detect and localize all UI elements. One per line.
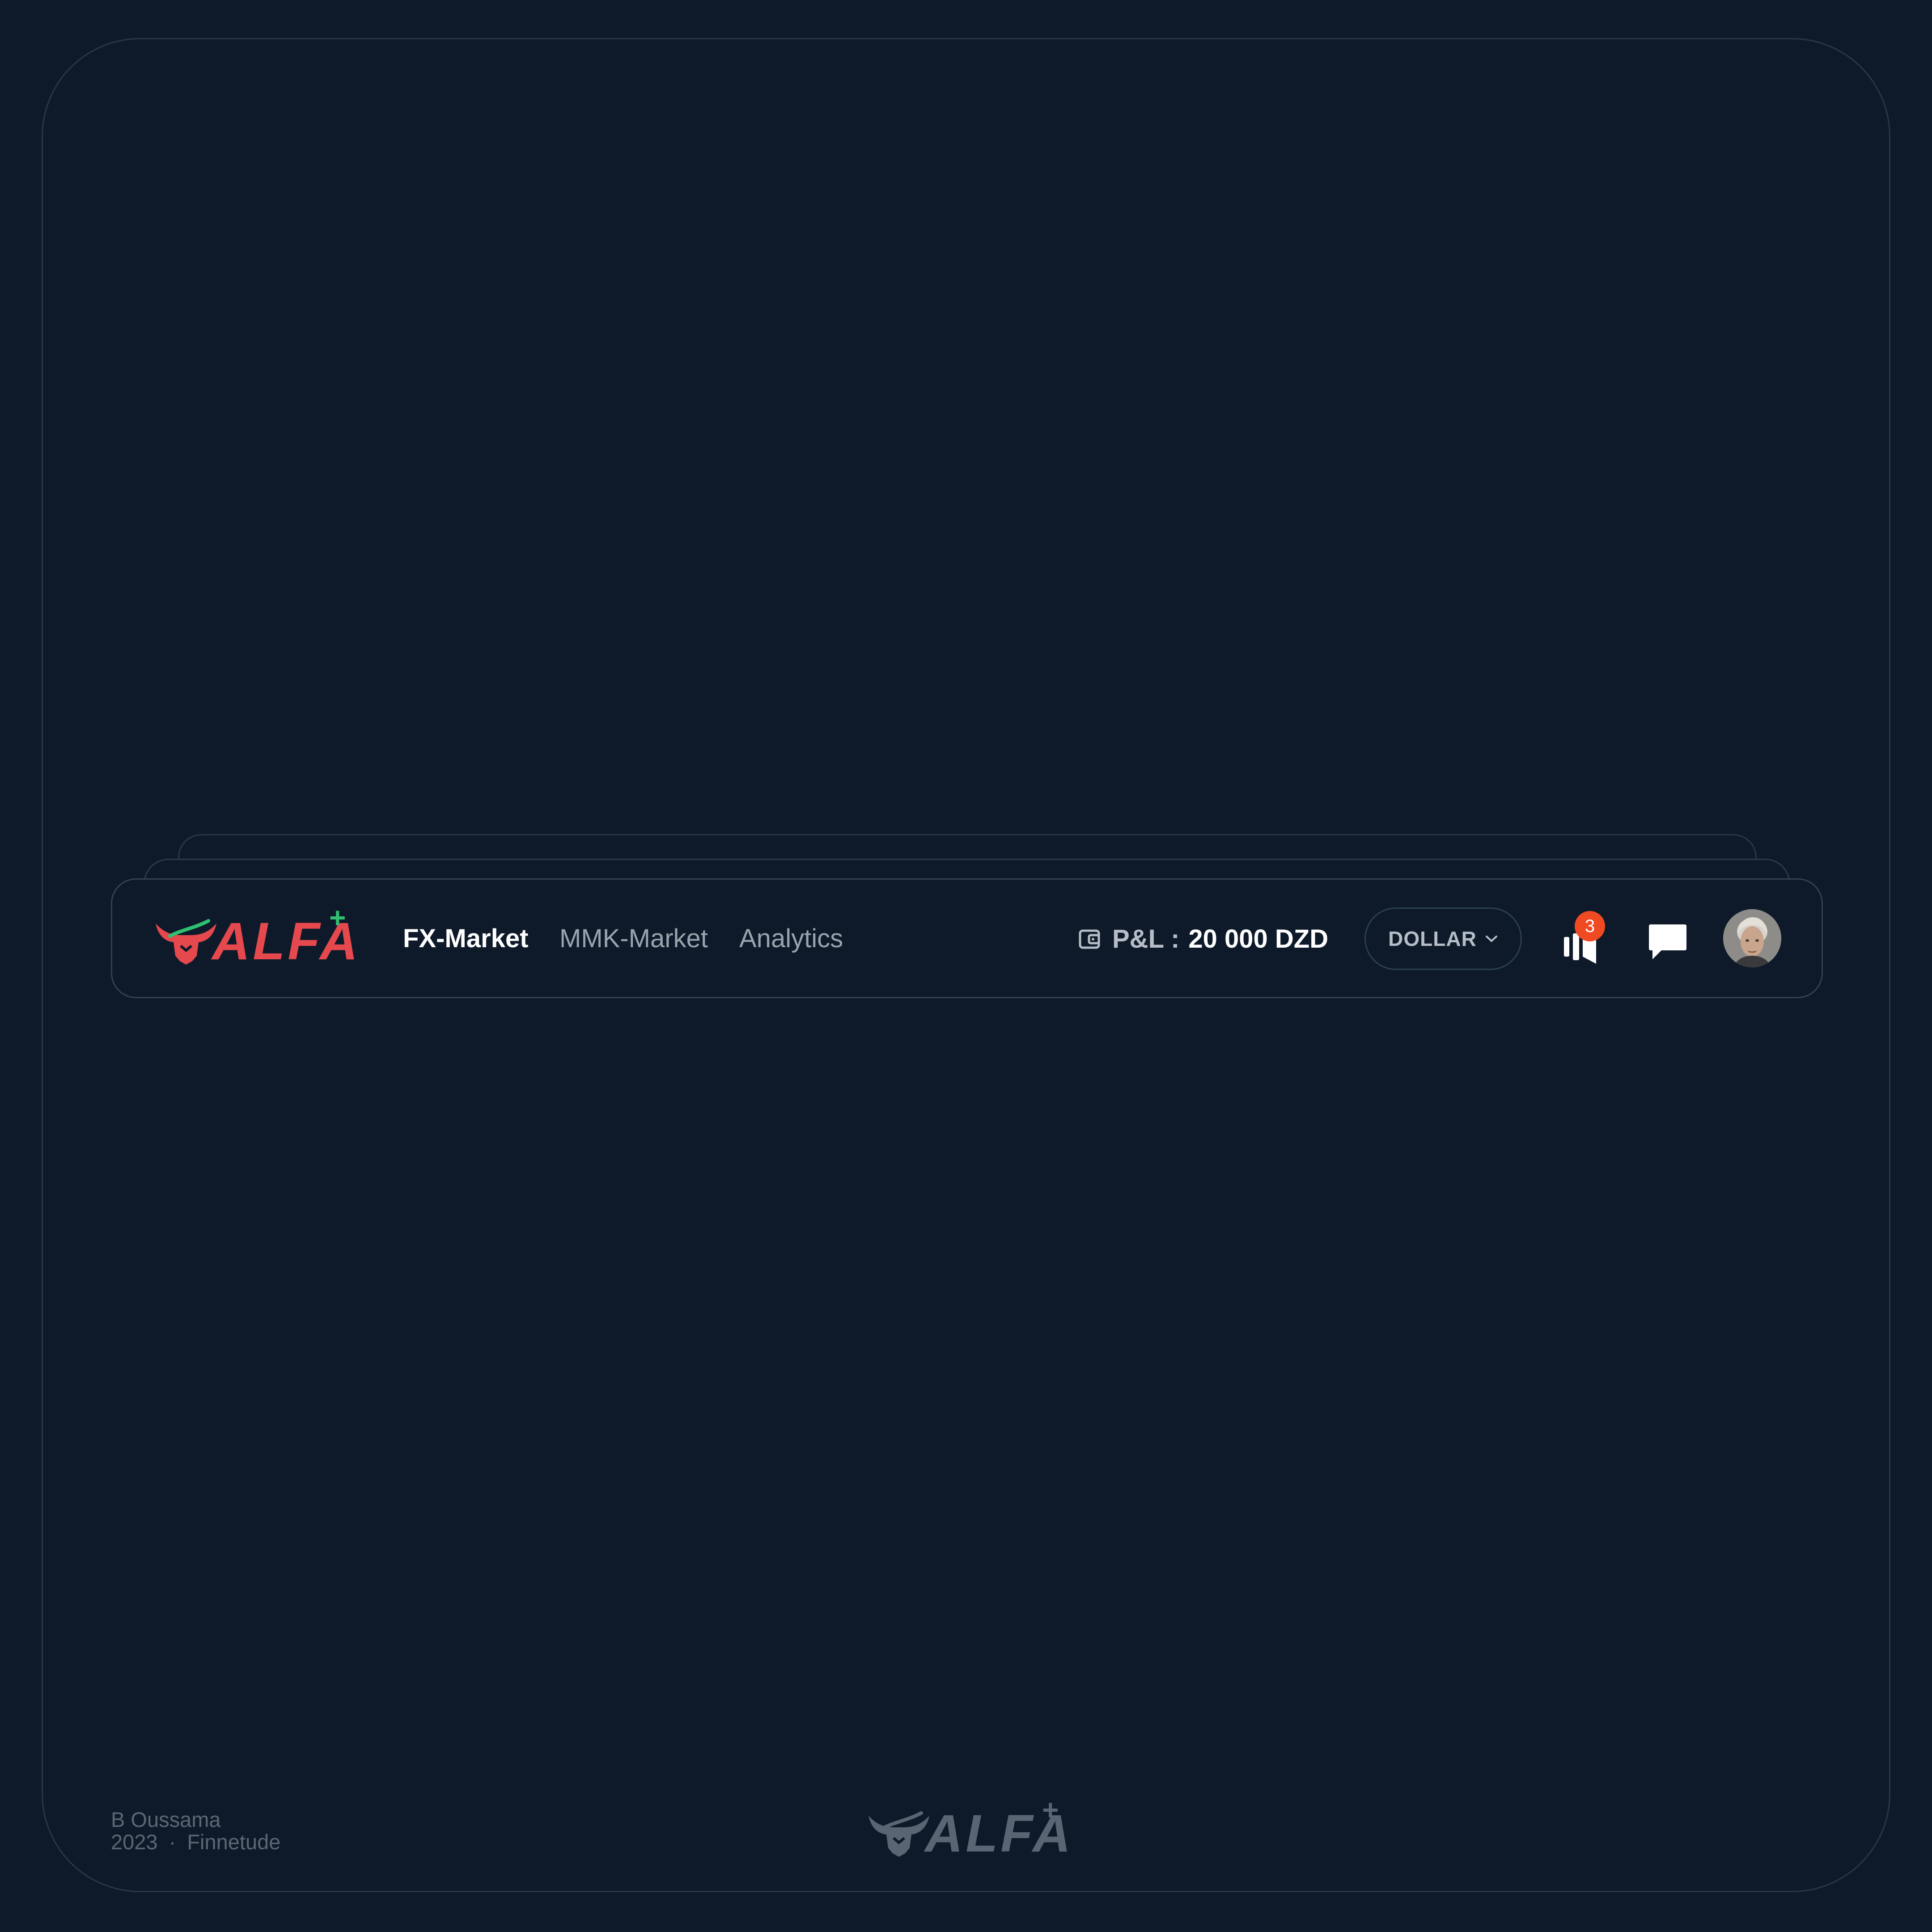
footer-credit: B Oussama 2023 · Finnetude	[111, 1809, 280, 1853]
chevron-down-icon	[1485, 936, 1497, 942]
footer-author: B Oussama	[111, 1808, 221, 1831]
footer-bull-logo-icon	[869, 1811, 929, 1857]
notification-count-badge: 3	[1575, 911, 1605, 941]
wallet-icon	[1079, 929, 1100, 949]
footer-year: 2023	[111, 1830, 158, 1854]
currency-select[interactable]: DOLLAR	[1364, 907, 1522, 970]
currency-selected: DOLLAR	[1388, 927, 1477, 950]
brand-logo[interactable]: ALFA +	[155, 902, 358, 968]
footer-company: Finnetude	[187, 1830, 281, 1854]
pnl-label: P&L :	[1112, 924, 1180, 953]
chat-bubble-icon[interactable]	[1646, 921, 1689, 964]
bull-logo-icon	[156, 919, 216, 965]
nav-fx-market[interactable]: FX-Market	[403, 921, 528, 957]
footer-logo: ALFA +	[868, 1794, 1071, 1860]
footer-year-company: 2023 · Finnetude	[111, 1831, 280, 1853]
nav-mmk-market[interactable]: MMK-Market	[559, 921, 708, 957]
footer-brand-plus: +	[1042, 1794, 1059, 1826]
nav-analytics[interactable]: Analytics	[739, 921, 843, 957]
user-avatar[interactable]	[1723, 909, 1781, 967]
top-navbar: ALFA + FX-Market MMK-Market Analytics P&…	[111, 878, 1823, 998]
pnl-balance: P&L : 20 000 DZD	[1078, 921, 1328, 957]
footer-separator: ·	[169, 1830, 176, 1854]
user-avatar-image	[1723, 909, 1781, 967]
brand-plus: +	[329, 902, 346, 934]
pnl-value: 20 000 DZD	[1188, 924, 1329, 953]
